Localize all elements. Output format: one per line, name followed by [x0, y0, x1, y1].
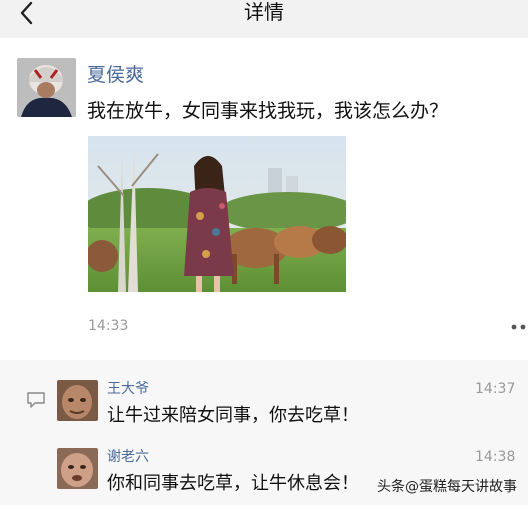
comment-avatar[interactable] [57, 448, 98, 489]
comment-text: 你和同事去吃草，让牛休息会！ [107, 473, 359, 494]
post-author-name[interactable]: 夏侯爽 [87, 63, 144, 87]
post-photo[interactable] [88, 136, 346, 292]
comment-timestamp: 14:37 [475, 381, 516, 397]
comment-avatar[interactable] [57, 380, 98, 421]
page-title: 详情 [244, 0, 284, 24]
post-timestamp: 14:33 [88, 318, 129, 334]
comment-icon [26, 391, 46, 409]
post-author-avatar[interactable] [17, 58, 76, 117]
comment-author-name[interactable]: 王大爷 [107, 380, 149, 398]
more-dots-icon [511, 324, 526, 330]
comment-text: 让牛过来陪女同事，你去吃草！ [107, 405, 359, 426]
post-text: 我在放牛，女同事来找我玩，我该怎么办？ [87, 100, 449, 122]
more-options-button[interactable] [509, 319, 528, 333]
watermark-text: 头条@蛋糕每天讲故事 [377, 479, 517, 495]
top-bar: 详情 [0, 0, 528, 38]
comment-author-name[interactable]: 谢老六 [107, 448, 149, 466]
comment-timestamp: 14:38 [475, 449, 516, 465]
